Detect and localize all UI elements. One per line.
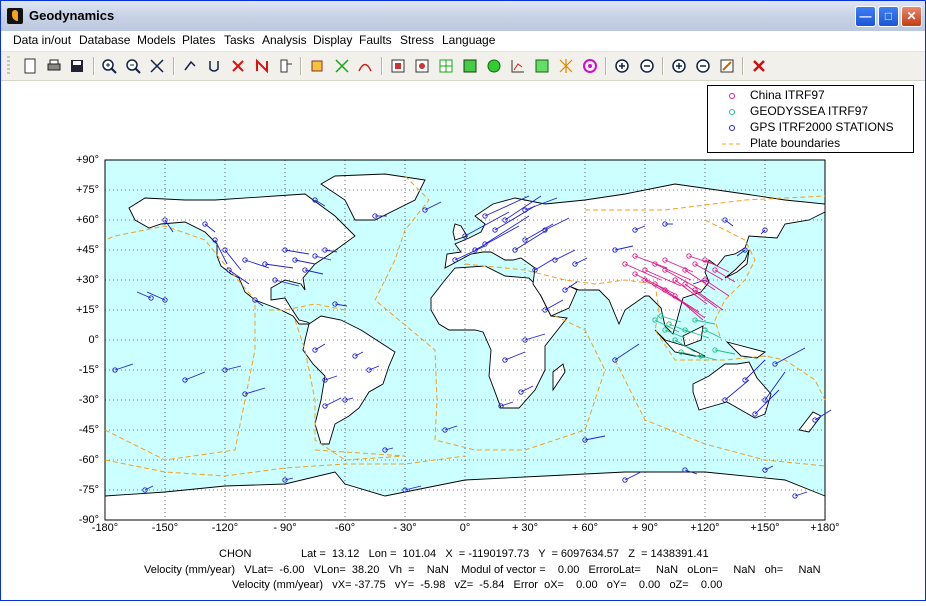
y-tick-label: -60° bbox=[78, 454, 99, 466]
menu-bar: Data in/out Database Models Plates Tasks… bbox=[1, 31, 925, 52]
x-tick-label: + 90° bbox=[631, 522, 659, 534]
grid-b-icon[interactable] bbox=[413, 57, 431, 75]
maximize-button[interactable]: □ bbox=[878, 6, 899, 27]
y-tick-label: +45° bbox=[75, 244, 99, 256]
close-button[interactable]: ✕ bbox=[901, 6, 922, 27]
minus-circle-icon[interactable] bbox=[638, 57, 656, 75]
dashed-line-icon bbox=[722, 143, 742, 145]
x-tick-label: +180° bbox=[810, 522, 840, 534]
y-tick-label: +15° bbox=[75, 304, 99, 316]
legend-label: GEODYSSEA ITRF97 bbox=[750, 104, 869, 118]
crossing-arrows-icon[interactable] bbox=[333, 57, 351, 75]
menu-models[interactable]: Models bbox=[137, 33, 176, 47]
curve-arrow-icon[interactable] bbox=[356, 57, 374, 75]
u-tool-icon[interactable] bbox=[205, 57, 223, 75]
y-tick-label: -45° bbox=[78, 424, 99, 436]
toolbar-separator bbox=[381, 57, 383, 75]
geodyssea-marker-icon bbox=[729, 109, 735, 115]
fit-extent-icon[interactable] bbox=[148, 57, 166, 75]
y-tick-label: +60° bbox=[75, 214, 99, 226]
window-title: Geodynamics bbox=[29, 8, 115, 23]
circle-target-icon[interactable] bbox=[581, 57, 599, 75]
edit-icon[interactable] bbox=[718, 57, 736, 75]
plus-circle-icon[interactable] bbox=[613, 57, 631, 75]
legend[interactable]: China ITRF97 GEODYSSEA ITRF97 GPS ITRF20… bbox=[707, 85, 914, 153]
gps-marker-icon bbox=[729, 125, 735, 131]
toolbar-separator bbox=[662, 57, 664, 75]
toolbar-separator bbox=[300, 57, 302, 75]
title-bar[interactable]: Geodynamics — □ ✕ bbox=[1, 1, 925, 32]
x-tick-label: +150° bbox=[750, 522, 780, 534]
x-tick-label: 0° bbox=[459, 522, 471, 534]
china-marker-icon bbox=[729, 93, 735, 99]
station-coordinates: Lat = 13.12 Lon = 101.04 X = -1190197.73… bbox=[301, 548, 709, 560]
legend-label: Plate boundaries bbox=[750, 136, 841, 150]
legend-label: GPS ITRF2000 STATIONS bbox=[750, 120, 894, 134]
delete-x-icon[interactable] bbox=[229, 57, 247, 75]
y-tick-label: 0° bbox=[88, 334, 99, 346]
app-icon bbox=[7, 8, 23, 24]
new-file-icon[interactable] bbox=[21, 57, 39, 75]
exit-icon[interactable] bbox=[750, 57, 768, 75]
app-window: Geodynamics — □ ✕ Data in/out Database M… bbox=[0, 0, 926, 601]
x-tick-label: -150° bbox=[151, 522, 179, 534]
x-tick-label: + 60° bbox=[571, 522, 599, 534]
menu-stress[interactable]: Stress bbox=[400, 33, 434, 47]
menu-database[interactable]: Database bbox=[79, 33, 130, 47]
list-icon[interactable] bbox=[277, 57, 295, 75]
toolbar-separator bbox=[605, 57, 607, 75]
legend-label: China ITRF97 bbox=[750, 88, 825, 102]
chart-axes-icon[interactable] bbox=[509, 57, 527, 75]
x-tick-label: + 30° bbox=[511, 522, 539, 534]
plate-icon[interactable] bbox=[308, 57, 326, 75]
menu-faults[interactable]: Faults bbox=[359, 33, 392, 47]
legend-item-china: China ITRF97 bbox=[708, 88, 913, 104]
velocity-cartesian: Velocity (mm/year) vX= -37.75 vY= -5.98 … bbox=[232, 579, 723, 591]
y-tick-label: -75° bbox=[78, 484, 99, 496]
x-tick-label: -180° bbox=[91, 522, 119, 534]
menu-tasks[interactable]: Tasks bbox=[224, 33, 255, 47]
minus-circle-2-icon[interactable] bbox=[694, 57, 712, 75]
grid-green-icon[interactable] bbox=[461, 57, 479, 75]
toolbar-separator bbox=[742, 57, 744, 75]
toolbar-grip[interactable] bbox=[7, 56, 10, 76]
menu-language[interactable]: Language bbox=[442, 33, 495, 47]
chart-green-icon[interactable] bbox=[533, 57, 551, 75]
station-name: CHON bbox=[219, 548, 252, 560]
toolbar-separator bbox=[93, 57, 95, 75]
menu-analysis[interactable]: Analysis bbox=[262, 33, 307, 47]
menu-plates[interactable]: Plates bbox=[182, 33, 215, 47]
x-tick-label: -60° bbox=[334, 522, 356, 534]
y-tick-label: +30° bbox=[75, 274, 99, 286]
grid-a-icon[interactable] bbox=[389, 57, 407, 75]
zoom-out-icon[interactable] bbox=[124, 57, 142, 75]
stars-icon[interactable] bbox=[557, 57, 575, 75]
toolbar bbox=[1, 52, 925, 81]
delete-n-icon[interactable] bbox=[253, 57, 271, 75]
legend-item-plate-boundaries: Plate boundaries bbox=[708, 136, 913, 152]
y-tick-label: -15° bbox=[78, 364, 99, 376]
velocity-local: Velocity (mm/year) VLat= -6.00 VLon= 38.… bbox=[144, 564, 821, 576]
x-tick-label: +120° bbox=[690, 522, 720, 534]
x-tick-label: -120° bbox=[211, 522, 239, 534]
y-tick-label: +90° bbox=[75, 154, 99, 166]
plus-circle-2-icon[interactable] bbox=[670, 57, 688, 75]
toolbar-separator bbox=[173, 57, 175, 75]
x-tick-label: - 90° bbox=[273, 522, 297, 534]
legend-item-geodyssea: GEODYSSEA ITRF97 bbox=[708, 104, 913, 120]
menu-data-in-out[interactable]: Data in/out bbox=[13, 33, 71, 47]
x-tick-label: - 30° bbox=[393, 522, 417, 534]
save-icon[interactable] bbox=[68, 57, 86, 75]
y-tick-label: +75° bbox=[75, 184, 99, 196]
legend-item-gps: GPS ITRF2000 STATIONS bbox=[708, 120, 913, 136]
recycle-icon[interactable] bbox=[485, 57, 503, 75]
rotate-vector-icon[interactable] bbox=[181, 57, 199, 75]
table-icon[interactable] bbox=[437, 57, 455, 75]
y-tick-label: -30° bbox=[78, 394, 99, 406]
print-icon[interactable] bbox=[45, 57, 63, 75]
menu-display[interactable]: Display bbox=[313, 33, 352, 47]
minimize-button[interactable]: — bbox=[855, 6, 876, 27]
zoom-in-icon[interactable] bbox=[100, 57, 118, 75]
